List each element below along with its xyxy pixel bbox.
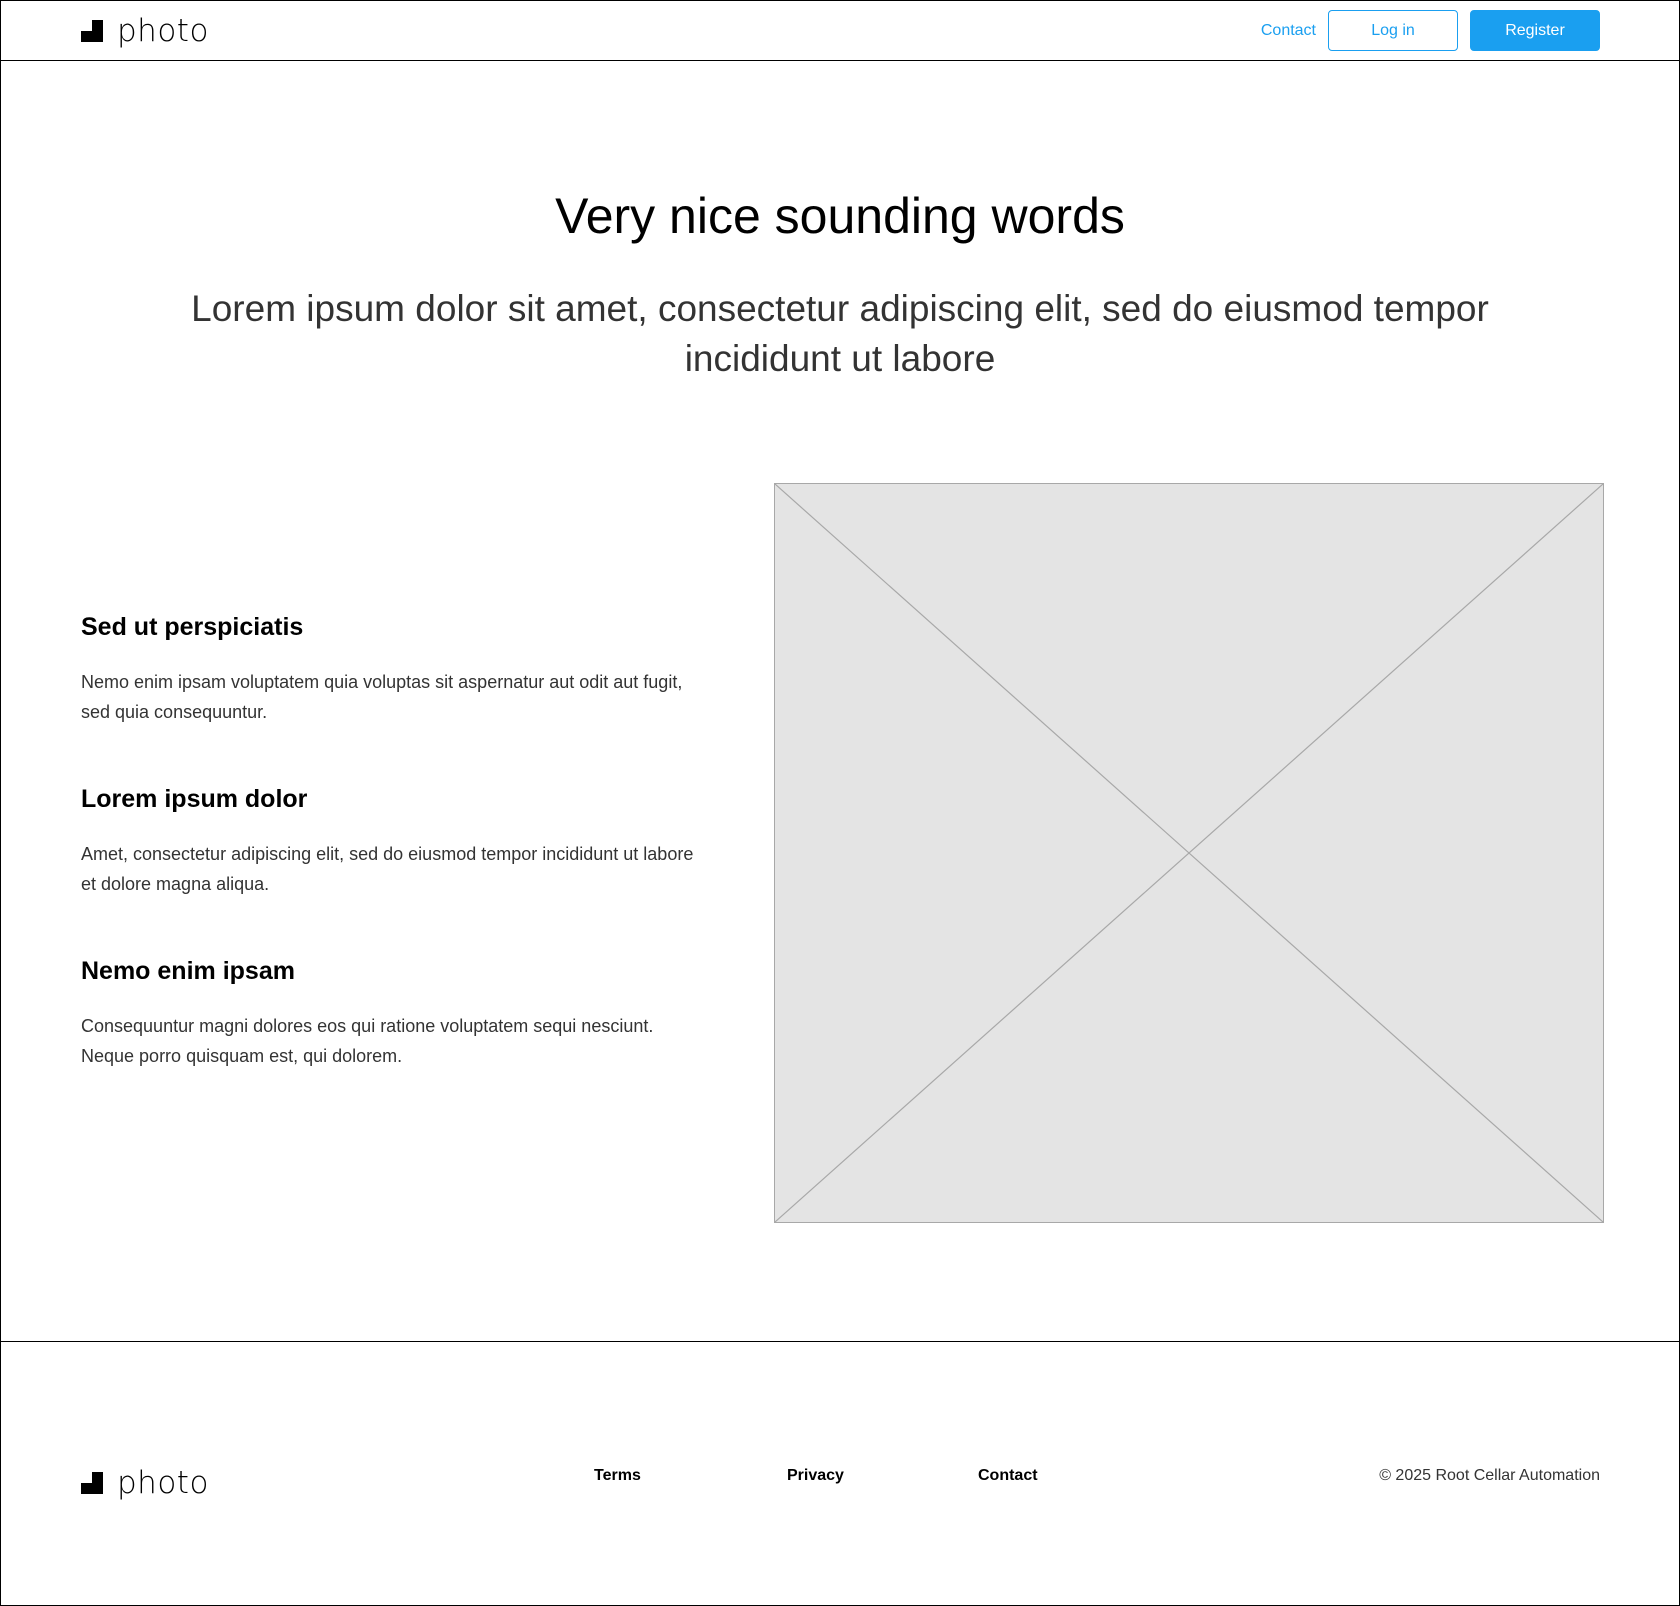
login-button[interactable]: Log in <box>1328 10 1458 51</box>
page: photo Contact Log in Register Very nice … <box>0 0 1680 1606</box>
feature-body: Amet, consectetur adipiscing elit, sed d… <box>81 844 694 894</box>
logo-wordmark: photo <box>117 13 209 49</box>
logo-wordmark: photo <box>117 1465 209 1501</box>
header-actions: Contact Log in Register <box>1261 10 1600 51</box>
feature-body: Consequuntur magni dolores eos qui ratio… <box>81 1016 654 1066</box>
footer: photo Terms Privacy Contact © 2025 Root … <box>1 1341 1679 1605</box>
top-nav-bar: photo Contact Log in Register <box>1 1 1679 61</box>
feature-list: Sed ut perspiciatis Nemo enim ipsam volu… <box>81 613 701 1129</box>
footer-logo[interactable]: photo <box>81 1465 209 1501</box>
hero-subtitle: Lorem ipsum dolor sit amet, consectetur … <box>191 288 1489 379</box>
footer-copyright: © 2025 Root Cellar Automation <box>1379 1467 1600 1484</box>
placeholder-cross <box>775 484 1603 1222</box>
feature-item: Nemo enim ipsam Consequuntur magni dolor… <box>81 957 701 1071</box>
logo-mark-icon <box>81 20 103 42</box>
logo-mark-icon <box>81 1472 103 1494</box>
feature-title: Sed ut perspiciatis <box>81 613 304 641</box>
feature-title: Lorem ipsum dolor <box>81 785 308 813</box>
footer-link-terms[interactable]: Terms <box>594 1467 641 1485</box>
feature-title: Nemo enim ipsam <box>81 957 295 985</box>
hero-title: Very nice sounding words <box>555 188 1125 244</box>
footer-link-privacy[interactable]: Privacy <box>787 1467 844 1485</box>
image-placeholder-icon <box>774 483 1604 1223</box>
header-logo[interactable]: photo <box>81 13 209 49</box>
feature-item: Lorem ipsum dolor Amet, consectetur adip… <box>81 785 701 899</box>
feature-item: Sed ut perspiciatis Nemo enim ipsam volu… <box>81 613 701 727</box>
nav-contact-link[interactable]: Contact <box>1261 22 1316 40</box>
register-button[interactable]: Register <box>1470 10 1600 51</box>
footer-link-contact[interactable]: Contact <box>978 1467 1038 1485</box>
feature-body: Nemo enim ipsam voluptatem quia voluptas… <box>81 672 683 722</box>
